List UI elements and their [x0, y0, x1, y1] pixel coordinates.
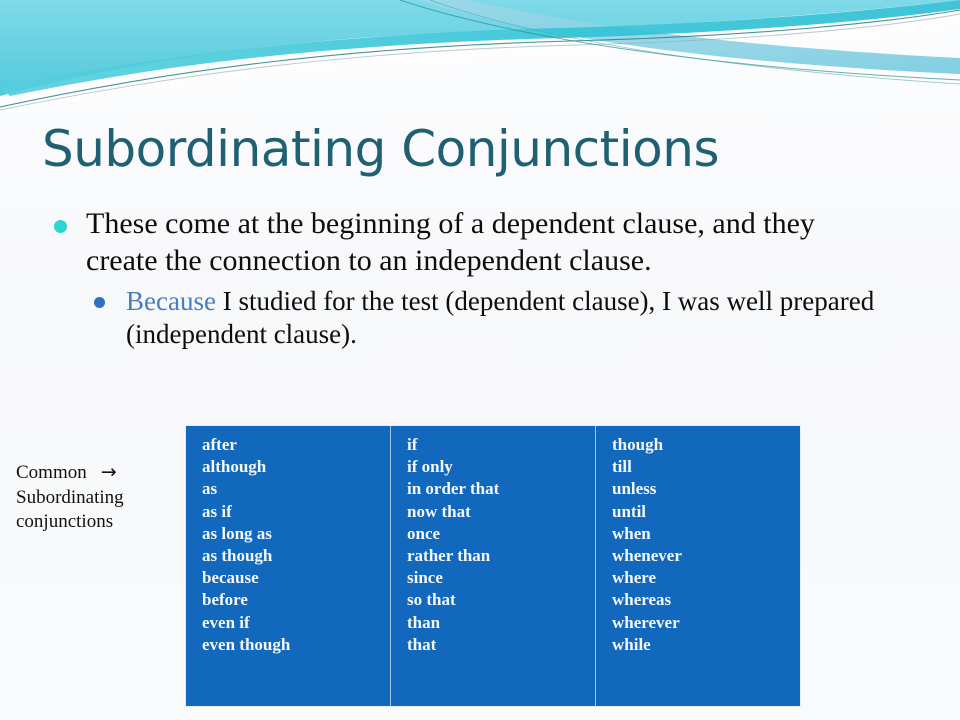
- conjunction-item: till: [612, 457, 632, 477]
- bullet-dot-icon: [54, 220, 67, 233]
- conjunction-item: because: [202, 568, 259, 588]
- conjunction-item: before: [202, 590, 248, 610]
- caption-line-2: Subordinating: [16, 486, 124, 508]
- conjunctions-column-1: after although as as if as long as as though b…: [186, 426, 390, 706]
- conjunctions-list-1: after although as as if as long as as though b…: [202, 434, 390, 656]
- conjunction-item: where: [612, 568, 657, 588]
- conjunction-item: since: [407, 568, 443, 588]
- conjunction-item: as long as: [202, 523, 272, 543]
- conjunctions-column-3: though till unless until when whenever where wh…: [595, 426, 800, 706]
- conjunction-item: if: [407, 435, 418, 454]
- conjunction-item: so that: [407, 590, 456, 610]
- conjunctions-table: after although as as if as long as as though b…: [185, 425, 801, 707]
- conjunctions-column-2: if if only in order that now that once rather…: [390, 426, 595, 706]
- conjunction-item: in order that: [407, 479, 500, 499]
- bullet-main: These come at the beginning of a depende…: [48, 206, 886, 279]
- conjunction-item: now that: [407, 501, 471, 521]
- conjunction-item: that: [407, 634, 437, 654]
- conjunctions-list-3: though till unless until when whenever where wh…: [612, 434, 800, 656]
- conjunction-item: whereas: [612, 590, 672, 610]
- conjunction-item: when: [612, 523, 651, 543]
- conjunction-item: until: [612, 501, 647, 521]
- decorative-wave-banner: [0, 0, 960, 112]
- bullet-example: Because I studied for the test (dependen…: [90, 285, 896, 351]
- table-caption: Common → Subordinating conjunctions: [16, 460, 184, 535]
- conjunction-item: as: [202, 479, 218, 499]
- caption-line-3: conjunctions: [16, 511, 114, 533]
- arrow-right-icon: →: [100, 461, 117, 483]
- sub-bullet-dot-icon: [94, 297, 105, 309]
- slide: Subordinating Conjunctions These come at…: [0, 0, 960, 720]
- conjunction-item: after: [202, 435, 237, 454]
- conjunction-item: although: [202, 457, 267, 477]
- conjunction-item: if only: [407, 457, 453, 477]
- conjunction-item: unless: [612, 479, 657, 499]
- conjunction-item: as if: [202, 501, 232, 521]
- conjunctions-list-2: if if only in order that now that once rather…: [407, 434, 595, 656]
- caption-line-1: Common: [16, 462, 87, 483]
- conjunction-item: once: [407, 523, 441, 543]
- conjunction-item: than: [407, 612, 441, 632]
- wave-graphic: [0, 0, 960, 112]
- body-content: These come at the beginning of a depende…: [48, 206, 918, 351]
- conjunction-item: wherever: [612, 612, 680, 632]
- conjunction-item: whenever: [612, 546, 682, 566]
- conjunction-item: though: [612, 435, 664, 454]
- page-title: Subordinating Conjunctions: [42, 120, 720, 178]
- bullet-main-text: These come at the beginning of a depende…: [86, 207, 815, 277]
- example-rest-text: I studied for the test (dependent clause…: [126, 286, 875, 350]
- example-keyword: Because: [126, 286, 216, 317]
- conjunction-item: as though: [202, 546, 273, 566]
- conjunction-item: even if: [202, 612, 250, 632]
- conjunction-item: rather than: [407, 546, 491, 566]
- conjunction-item: while: [612, 634, 651, 654]
- conjunction-item: even though: [202, 634, 291, 654]
